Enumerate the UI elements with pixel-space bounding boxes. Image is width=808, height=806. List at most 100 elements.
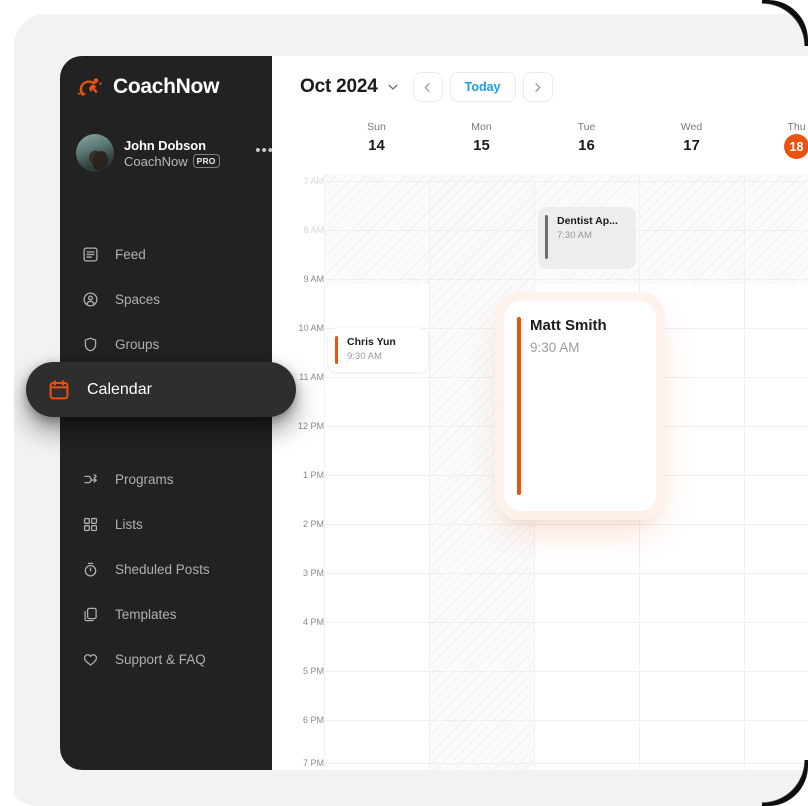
sidebar-item-label: Calendar [87,380,152,398]
event-title: Chris Yun [347,336,396,348]
grid-column-line [744,174,745,770]
event-accent-bar [517,317,521,495]
avatar [76,134,114,172]
sidebar-item-label: Programs [115,472,174,487]
time-label: 4 PM [302,617,324,627]
chevron-left-icon [424,82,430,92]
feed-icon [83,247,98,262]
day-header-wed[interactable]: Wed 17 [639,118,744,174]
day-name: Tue [577,121,596,133]
event-card-dentist[interactable]: Dentist Ap... 7:30 AM [538,207,636,269]
time-label: 7 AM [303,176,324,186]
sidebar-item-label: Sheduled Posts [115,562,210,577]
frame-bottom-strip [28,770,808,806]
sidebar-item-templates[interactable]: Templates [60,592,272,637]
profile-more-icon[interactable]: ••• [255,143,274,158]
event-accent-bar [335,336,338,364]
day-number: 17 [683,137,700,154]
shield-icon [84,337,97,352]
sidebar-item-programs[interactable]: Programs [60,457,272,502]
page-title: Oct 2024 [300,76,378,97]
grid-line [324,181,808,182]
sidebar-item-calendar[interactable]: Calendar [26,362,296,417]
calendar-toolbar: Oct 2024 Today [272,56,808,118]
today-button[interactable]: Today [449,72,516,102]
event-time: 9:30 AM [530,340,580,355]
sidebar-item-label: Spaces [115,292,161,307]
stopwatch-icon [84,562,97,577]
sidebar-item-feed[interactable]: Feed [60,232,272,277]
day-header-tue[interactable]: Tue 16 [534,118,639,174]
user-circle-icon [83,292,98,307]
time-label: 12 PM [297,421,324,431]
event-time: 9:30 AM [347,351,382,362]
event-card-chris-yun[interactable]: Chris Yun 9:30 AM [328,328,428,372]
app-logo[interactable]: CoachNow [74,72,219,102]
event-time: 7:30 AM [557,230,592,241]
sidebar-item-calendar-slot [60,412,272,457]
day-header-sun[interactable]: Sun 14 [324,118,429,174]
sidebar-item-label: Lists [115,517,143,532]
time-label: 9 AM [303,274,324,284]
device-frame: CoachNow John Dobson CoachNow PRO ••• Fe… [0,0,808,806]
time-label: 6 PM [302,715,324,725]
grid-line [324,763,808,764]
day-number: 14 [368,137,385,154]
event-accent-bar [545,215,548,259]
coachnow-logo-icon [77,78,102,97]
day-header-mon[interactable]: Mon 15 [429,118,534,174]
calendar-icon [49,379,69,399]
sidebar-item-support-faq[interactable]: Support & FAQ [60,637,272,682]
sidebar-item-label: Support & FAQ [115,652,206,667]
grid-line [324,622,808,623]
calendar-panel: Oct 2024 Today Sun 14 Mon 15 Tue 16 Wed … [272,56,808,770]
time-label: 5 PM [302,666,324,676]
day-name: Mon [471,121,492,133]
grid-column-line [429,174,430,770]
sidebar-item-label: Groups [115,337,160,352]
app-background: CoachNow John Dobson CoachNow PRO ••• Fe… [14,14,808,806]
time-label: 2 PM [302,519,324,529]
calendar-grid[interactable]: 7 AM 8 AM 9 AM 10 AM 11 AM 12 PM 1 PM 2 … [272,174,808,770]
day-name: Sun [367,121,386,133]
grid-column-line [324,174,325,770]
copy-icon [84,607,97,622]
sidebar-item-lists[interactable]: Lists [60,502,272,547]
calendar-nav-buttons: Today [412,72,553,102]
day-number: 15 [473,137,490,154]
grid-line [324,720,808,721]
profile-name: John Dobson [124,137,206,153]
chevron-right-icon [535,82,541,92]
profile-org: CoachNow [124,153,188,169]
status-badge: PRO [192,154,220,168]
day-number: 16 [578,137,595,154]
month-selector[interactable]: Oct 2024 [300,76,399,98]
day-headers: Sun 14 Mon 15 Tue 16 Wed 17 Thu 18 [272,118,808,174]
event-title: Matt Smith [530,317,607,334]
grid-icon [83,517,98,532]
time-label: 3 PM [302,568,324,578]
day-number-today: 18 [784,134,808,159]
heart-icon [83,654,98,666]
profile-block[interactable]: John Dobson CoachNow PRO ••• [76,131,273,175]
sidebar-item-label: Templates [115,607,177,622]
sidebar-item-spaces[interactable]: Spaces [60,277,272,322]
grid-line [324,573,808,574]
time-label: 8 AM [303,225,324,235]
event-card-matt-smith[interactable]: Matt Smith 9:30 AM [504,301,656,511]
time-label: 1 PM [302,470,324,480]
day-name: Wed [680,121,703,133]
time-label: 7 PM [302,758,324,768]
time-label: 10 AM [298,323,324,333]
day-name: Thu [787,121,806,133]
grid-line [324,524,808,525]
brand-name: CoachNow [113,75,220,98]
prev-period-button[interactable] [412,72,443,102]
sidebar-item-groups[interactable]: Groups [60,322,272,367]
sidebar-item-sheduled-posts[interactable]: Sheduled Posts [60,547,272,592]
shuffle-icon [84,474,97,484]
next-period-button[interactable] [522,72,553,102]
event-title: Dentist Ap... [557,215,618,227]
sidebar-nav: Feed Spaces Groups Programs Lists Shedul… [60,232,272,682]
day-header-thu[interactable]: Thu 18 [744,118,808,174]
